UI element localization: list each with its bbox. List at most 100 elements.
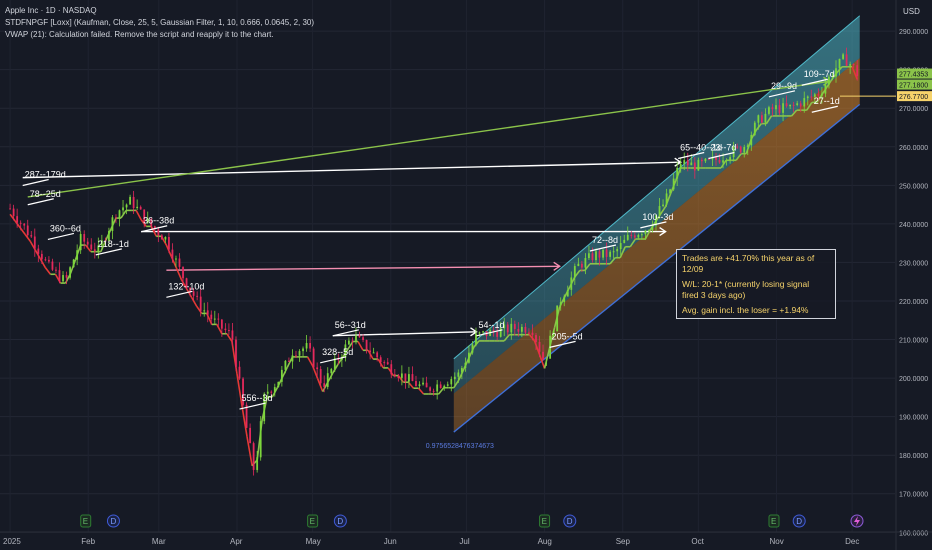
candle-body[interactable] bbox=[845, 54, 848, 66]
candle-body[interactable] bbox=[439, 384, 442, 389]
candle-body[interactable] bbox=[662, 204, 664, 207]
candle-body[interactable] bbox=[764, 113, 767, 123]
candle-body[interactable] bbox=[139, 206, 142, 210]
candle-body[interactable] bbox=[630, 234, 633, 236]
candle-body[interactable] bbox=[616, 249, 619, 252]
candle-body[interactable] bbox=[524, 326, 527, 333]
candle-body[interactable] bbox=[12, 208, 15, 217]
candle-body[interactable] bbox=[559, 302, 562, 306]
candle-body[interactable] bbox=[245, 404, 248, 428]
candle-body[interactable] bbox=[432, 390, 435, 392]
candle-body[interactable] bbox=[309, 343, 311, 349]
candle-body[interactable] bbox=[704, 158, 707, 162]
candle-body[interactable] bbox=[453, 376, 456, 380]
candle-body[interactable] bbox=[182, 266, 184, 279]
candle-body[interactable] bbox=[588, 253, 590, 259]
candle-body[interactable] bbox=[298, 351, 301, 356]
candle-body[interactable] bbox=[796, 103, 799, 105]
candle-body[interactable] bbox=[612, 251, 615, 253]
candle-body[interactable] bbox=[683, 160, 686, 164]
candle-body[interactable] bbox=[316, 367, 319, 370]
candle-body[interactable] bbox=[295, 355, 297, 357]
candle-body[interactable] bbox=[838, 58, 841, 69]
candle-body[interactable] bbox=[520, 326, 523, 332]
candle-body[interactable] bbox=[224, 328, 227, 331]
candle-body[interactable] bbox=[538, 341, 541, 352]
candle-body[interactable] bbox=[259, 421, 262, 458]
candle-body[interactable] bbox=[591, 253, 594, 261]
candle-body[interactable] bbox=[93, 249, 96, 252]
candle-body[interactable] bbox=[404, 373, 407, 382]
candle-body[interactable] bbox=[464, 362, 467, 369]
candle-body[interactable] bbox=[510, 323, 513, 333]
candle-body[interactable] bbox=[386, 362, 389, 365]
candle-body[interactable] bbox=[213, 318, 216, 320]
candle-body[interactable] bbox=[164, 236, 167, 240]
candle-body[interactable] bbox=[573, 266, 576, 278]
candle-body[interactable] bbox=[729, 157, 732, 161]
candle-body[interactable] bbox=[640, 234, 643, 236]
candle-body[interactable] bbox=[90, 244, 93, 250]
candle-body[interactable] bbox=[746, 145, 749, 148]
candle-body[interactable] bbox=[690, 162, 693, 166]
candle-body[interactable] bbox=[513, 323, 516, 329]
legend-indicator-line[interactable]: STDFNPGF [Loxx] (Kaufman, Close, 25, 5, … bbox=[5, 17, 314, 29]
candle-body[interactable] bbox=[623, 239, 626, 244]
candle-body[interactable] bbox=[129, 196, 131, 205]
candle-body[interactable] bbox=[175, 258, 177, 260]
candle-body[interactable] bbox=[753, 122, 756, 135]
candle-body[interactable] bbox=[62, 275, 64, 282]
candle-body[interactable] bbox=[789, 104, 792, 107]
candle-body[interactable] bbox=[506, 324, 509, 333]
candle-body[interactable] bbox=[693, 162, 696, 171]
candle-body[interactable] bbox=[450, 379, 453, 385]
candle-body[interactable] bbox=[531, 332, 534, 336]
candle-body[interactable] bbox=[376, 352, 379, 358]
candle-body[interactable] bbox=[422, 382, 424, 385]
candle-body[interactable] bbox=[44, 259, 47, 261]
candle-body[interactable] bbox=[157, 229, 160, 236]
candle-body[interactable] bbox=[400, 373, 403, 378]
candle-body[interactable] bbox=[736, 146, 739, 148]
candle-body[interactable] bbox=[570, 277, 573, 290]
candle-body[interactable] bbox=[302, 348, 304, 352]
candle-body[interactable] bbox=[577, 263, 580, 267]
candle-body[interactable] bbox=[425, 382, 428, 388]
candle-body[interactable] bbox=[722, 160, 724, 163]
candle-body[interactable] bbox=[852, 64, 855, 66]
candle-body[interactable] bbox=[288, 360, 290, 362]
candle-body[interactable] bbox=[199, 296, 202, 311]
candle-body[interactable] bbox=[249, 427, 251, 444]
candle-body[interactable] bbox=[235, 339, 237, 367]
candle-body[interactable] bbox=[171, 249, 174, 259]
candle-body[interactable] bbox=[718, 159, 721, 163]
candle-body[interactable] bbox=[72, 259, 75, 268]
candle-body[interactable] bbox=[379, 357, 382, 363]
candle-body[interactable] bbox=[595, 251, 597, 261]
candle-body[interactable] bbox=[125, 204, 128, 208]
candle-body[interactable] bbox=[319, 369, 322, 384]
candle-body[interactable] bbox=[228, 330, 230, 332]
candle-body[interactable] bbox=[429, 387, 432, 391]
candle-body[interactable] bbox=[725, 160, 728, 162]
candle-body[interactable] bbox=[118, 210, 121, 219]
candle-body[interactable] bbox=[806, 96, 809, 99]
candle-body[interactable] bbox=[362, 337, 364, 341]
candle-body[interactable] bbox=[602, 249, 604, 258]
candle-body[interactable] bbox=[192, 291, 195, 296]
candle-body[interactable] bbox=[206, 310, 209, 315]
candle-body[interactable] bbox=[418, 384, 421, 387]
candle-body[interactable] bbox=[284, 360, 287, 370]
candle-body[interactable] bbox=[397, 376, 400, 378]
candle-body[interactable] bbox=[644, 230, 647, 235]
candle-body[interactable] bbox=[496, 331, 499, 337]
candle-body[interactable] bbox=[478, 332, 481, 334]
candle-body[interactable] bbox=[51, 261, 54, 270]
candle-body[interactable] bbox=[355, 335, 357, 341]
candle-body[interactable] bbox=[556, 305, 559, 332]
candle-body[interactable] bbox=[291, 355, 294, 362]
candle-body[interactable] bbox=[26, 225, 29, 236]
candle-body[interactable] bbox=[393, 374, 396, 377]
candle-body[interactable] bbox=[835, 68, 837, 77]
candle-body[interactable] bbox=[545, 358, 548, 360]
